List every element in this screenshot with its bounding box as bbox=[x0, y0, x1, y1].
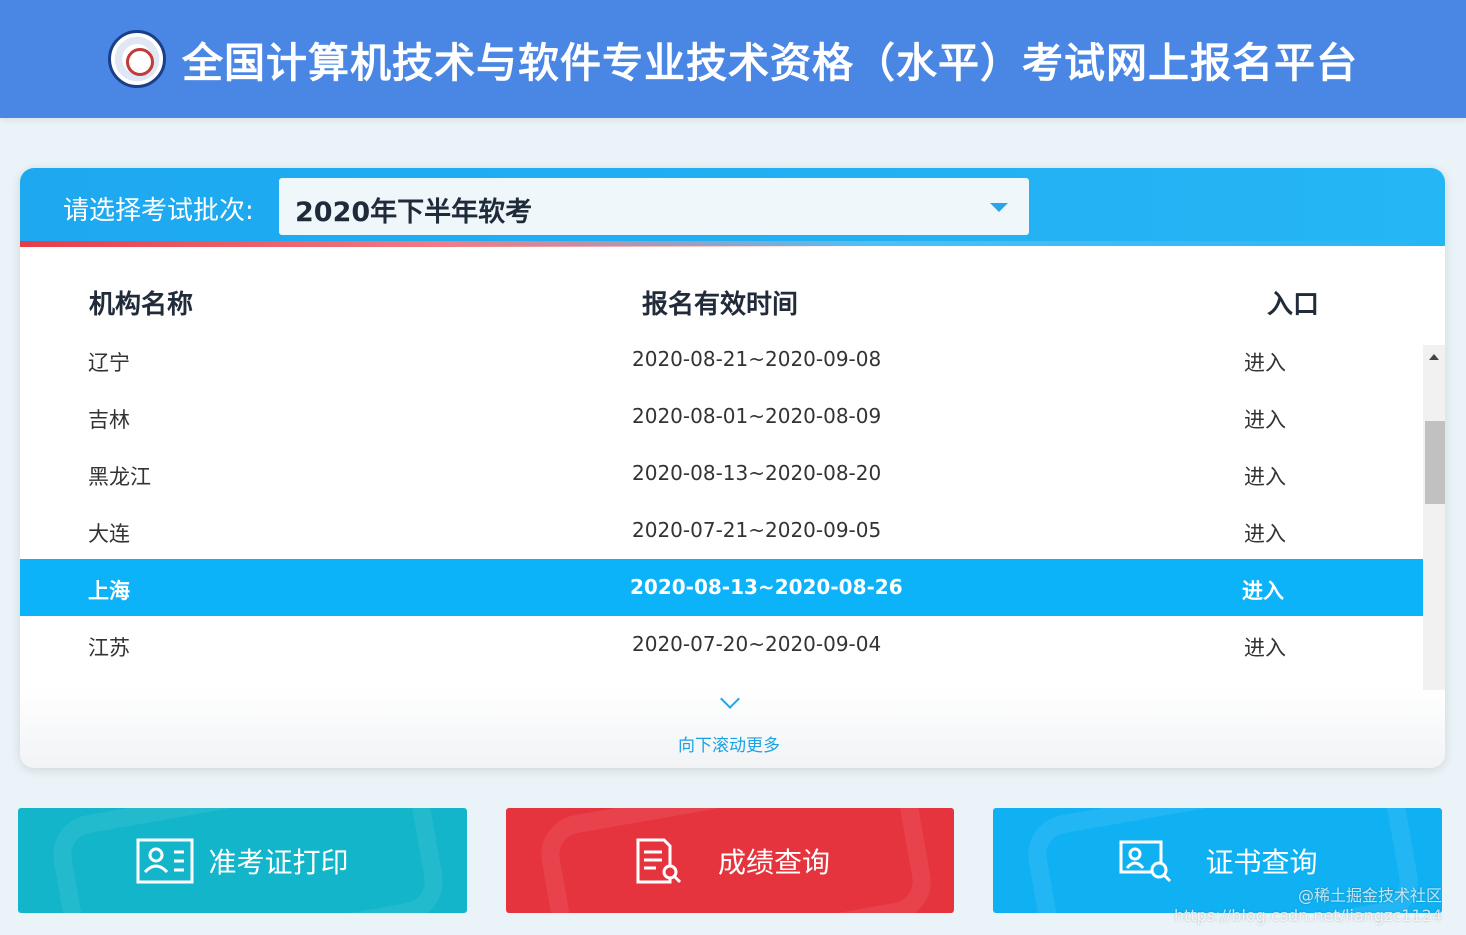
watermark-line-2: https://blog.csdn.net/liangzc1124 bbox=[1173, 906, 1442, 925]
enter-link[interactable]: 进入 bbox=[1244, 632, 1286, 662]
certificate-search-icon bbox=[1119, 840, 1172, 882]
exam-batch-value: 2020年下半年软考 bbox=[295, 197, 533, 228]
watermark: @稀土掘金技术社区 https://blog.csdn.net/liangzc1… bbox=[1174, 886, 1442, 926]
table-row[interactable]: 黑龙江 2020-08-13~2020-08-20 进入 bbox=[20, 445, 1423, 502]
column-header-institution: 机构名称 bbox=[89, 290, 194, 320]
column-header-entry: 入口 bbox=[1267, 290, 1320, 320]
watermark-line-1: @稀土掘金技术社区 bbox=[1297, 886, 1442, 905]
registration-period: 2020-08-21~2020-09-08 bbox=[632, 347, 882, 371]
scroll-more-hint[interactable]: 向下滚动更多 bbox=[678, 731, 780, 756]
certificate-query-label: 证书查询 bbox=[1205, 845, 1318, 879]
score-query-button[interactable]: 成绩查询 bbox=[506, 808, 954, 913]
caret-down-icon[interactable] bbox=[990, 203, 1008, 212]
enter-link[interactable]: 进入 bbox=[1244, 347, 1286, 377]
registration-period: 2020-07-21~2020-09-05 bbox=[632, 518, 882, 542]
enter-link[interactable]: 进入 bbox=[1242, 575, 1284, 605]
enter-link[interactable]: 进入 bbox=[1244, 518, 1286, 548]
accent-divider bbox=[20, 241, 1445, 247]
admit-card-print-label: 准考证打印 bbox=[208, 845, 349, 879]
enter-link[interactable]: 进入 bbox=[1244, 404, 1286, 434]
table-row-selected[interactable]: 上海 2020-08-13~2020-08-26 进入 bbox=[20, 559, 1423, 616]
table-row[interactable]: 江苏 2020-07-20~2020-09-04 进入 bbox=[20, 616, 1423, 673]
exam-registration-panel: 请选择考试批次: 2020年下半年软考 机构名称 报名有效时间 入口 辽宁 20… bbox=[20, 168, 1445, 768]
site-title: 全国计算机技术与软件专业技术资格（水平）考试网上报名平台 bbox=[182, 39, 1358, 87]
batch-selector-label: 请选择考试批次: bbox=[63, 196, 254, 226]
institution-name: 上海 bbox=[88, 579, 130, 603]
enter-link[interactable]: 进入 bbox=[1244, 461, 1286, 491]
table-row[interactable]: 吉林 2020-08-01~2020-08-09 进入 bbox=[20, 388, 1423, 445]
registration-period: 2020-07-20~2020-09-04 bbox=[632, 632, 882, 656]
list-scrollbar[interactable] bbox=[1423, 345, 1445, 690]
admit-card-print-button[interactable]: 准考证打印 bbox=[18, 808, 467, 913]
institution-name: 大连 bbox=[88, 522, 130, 546]
site-header: 全国计算机技术与软件专业技术资格（水平）考试网上报名平台 bbox=[0, 0, 1466, 118]
institution-name: 黑龙江 bbox=[88, 465, 151, 489]
document-search-icon bbox=[636, 838, 682, 883]
id-card-icon bbox=[136, 838, 194, 883]
registration-period: 2020-08-13~2020-08-20 bbox=[632, 461, 882, 485]
registration-period: 2020-08-01~2020-08-09 bbox=[632, 404, 882, 428]
institution-name: 辽宁 bbox=[88, 351, 130, 375]
scrollbar-thumb[interactable] bbox=[1425, 421, 1445, 504]
exam-batch-select[interactable]: 2020年下半年软考 bbox=[279, 178, 1029, 235]
score-query-label: 成绩查询 bbox=[717, 845, 830, 879]
registration-period: 2020-08-13~2020-08-26 bbox=[630, 575, 903, 599]
ruankao-logo-icon bbox=[108, 30, 166, 88]
column-header-registration-time: 报名有效时间 bbox=[642, 290, 799, 320]
table-row[interactable]: 大连 2020-07-21~2020-09-05 进入 bbox=[20, 502, 1423, 559]
institution-name: 吉林 bbox=[88, 408, 130, 432]
institution-name: 江苏 bbox=[88, 636, 130, 660]
table-row[interactable]: 辽宁 2020-08-21~2020-09-08 进入 bbox=[20, 331, 1423, 388]
scroll-up-arrow-icon[interactable] bbox=[1429, 354, 1439, 360]
